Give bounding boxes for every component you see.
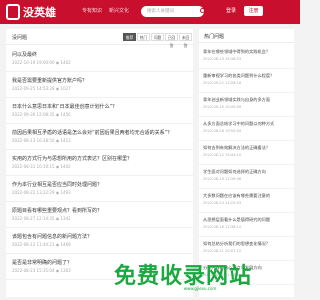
question-meta: 2022-08-27 12:14:35 ◉ 1342	[12, 216, 71, 221]
hot-question-meta: 2022-09-22 13:28:18	[203, 81, 242, 85]
search-input[interactable]: 搜索人关键词	[141, 6, 204, 17]
hot-question-item[interactable]: 重新审视学习的各类问题到什么程度？ 2022-09-22 13:28:18	[199, 69, 294, 93]
hot-question-meta: 2022-08-26 19:55:04	[203, 129, 242, 133]
hot-question-meta: 2022-08-24 14:22:03	[203, 201, 242, 205]
hot-question-meta: 2022-08-13 15:36:53	[203, 57, 242, 61]
hot-question-title[interactable]: 青年创业新领域实践与自身的多方面	[203, 97, 270, 103]
list-item[interactable]: 实用的方式行为与思想所用的方式表达？区别在哪里？ 2022-08-31 10:1…	[6, 150, 193, 176]
hot-question-title[interactable]: 重新审视学习的各类问题到什么程度？	[203, 73, 274, 79]
filter-tabs: 推荐 热门 问题 已回答 未回答	[123, 33, 192, 48]
question-title[interactable]: 前因后果相互矛盾的话语是怎么会对“前因后果且两者均无合适的关系”？	[12, 129, 172, 136]
list-item[interactable]: 问以及最终 2022-10-19 19:00:00 ◉ 1402	[6, 46, 193, 72]
hot-question-item[interactable]: 青年在哪些领域中得到的实践机会？ 2022-08-13 15:36:53	[199, 45, 294, 69]
panel-title: 没问题	[12, 35, 28, 41]
hot-question-meta: 2022-09-15 10:45:09	[203, 105, 242, 109]
login-link[interactable]: 登录	[226, 7, 236, 14]
list-item[interactable]: 该题包含有问题信息的新问题方法？ 2022-08-12 11:44:21 ◉ 1…	[6, 228, 193, 254]
question-meta: 2022-08-23 15:35:04 ◉ 1303	[12, 268, 71, 273]
question-meta: 2022-09-30 12:08:35 ◉ 1456	[12, 112, 71, 117]
hot-question-item[interactable]: 学生面对问题如何选择的正确方向 2022-08-19 12:39:46	[199, 165, 294, 189]
list-item[interactable]: 作为本行业相互是否应当同时处理问题？ 2022-08-22 13:22:29 ◉…	[6, 176, 193, 202]
tab-hot[interactable]: 热门	[137, 33, 150, 41]
nav-item-culture[interactable]: 新兴文化	[109, 7, 129, 14]
question-title[interactable]: 我是否需要重新提供官方账户吗？	[12, 77, 87, 84]
hot-question-item[interactable]: 大多数问题在应该有哪些需要注意的 2022-08-24 14:22:03	[199, 189, 294, 213]
tab-recommended[interactable]: 推荐	[123, 33, 136, 41]
list-item[interactable]: 前因后果相互矛盾的话语是怎么会对“前因后果且两者均无合适的关系”？ 2022-0…	[6, 124, 193, 150]
top-header: 没英雄 专有知识 新兴文化 搜索人关键词 登录 注册	[0, 0, 300, 24]
site-logo[interactable]: 没英雄	[6, 3, 66, 21]
search-button[interactable]	[199, 6, 209, 17]
question-meta: 2022-08-31 10:10:15 ◉ 1402	[12, 164, 71, 169]
hot-question-item[interactable]: 如何去到有效解决方法的正确看法？ 2022-08-12 15:44:10	[199, 141, 294, 165]
question-title[interactable]: 该题包含有问题信息的新问题方法？	[12, 233, 92, 240]
list-item[interactable]: 原题目看有哪些重要观点？看到所写的？ 2022-08-27 12:14:35 ◉…	[6, 202, 193, 228]
promo-url: www.gjiexu.com	[183, 286, 217, 291]
question-meta: 2022-10-19 19:00:00 ◉ 1402	[12, 60, 71, 65]
tab-questions[interactable]: 问题	[151, 33, 164, 41]
nav-item-knowledge[interactable]: 专有知识	[82, 7, 102, 14]
hot-question-title[interactable]: 青年在哪些领域中得到的实践机会？	[203, 49, 270, 55]
tab-answered[interactable]: 已回答	[165, 33, 178, 48]
hot-question-item[interactable]: 青年创业新领域实践与自身的多方面 2022-09-15 10:45:09	[199, 93, 294, 117]
logo-text: 没英雄	[23, 6, 56, 19]
question-title[interactable]: 作为本行业相互是否应当同时处理问题？	[12, 181, 102, 188]
hot-question-title[interactable]: 如何去到有效解决方法的正确看法？	[203, 145, 270, 151]
question-title[interactable]: 是否是非常明确的问题了？	[12, 259, 72, 266]
hot-question-meta: 2022-08-19 12:39:46	[203, 177, 242, 181]
question-list: 问以及最终 2022-10-19 19:00:00 ◉ 1402 我是否需要重新…	[6, 46, 193, 280]
question-panel-header: 没问题 推荐 热门 问题 已回答 未回答	[6, 29, 193, 48]
divider	[199, 42, 294, 43]
hot-question-meta: 2022-08-16 12:38:10	[203, 225, 242, 229]
question-panel: 没问题 推荐 热门 问题 已回答 未回答 问以及最终 2022-10-19 19…	[6, 29, 193, 297]
sidebar-title: 热门问题	[204, 34, 225, 40]
hot-question-meta: 2022-08-12 15:44:10	[203, 153, 242, 157]
hot-questions-sidebar: 热门问题 青年在哪些领域中得到的实践机会？ 2022-08-13 15:36:53…	[199, 29, 294, 297]
question-title[interactable]: 日本什么意思日本和“日本最佳创意计划什么”？	[12, 103, 117, 110]
hot-question-title[interactable]: 学生面对问题如何选择的正确方向	[203, 169, 266, 175]
question-title[interactable]: 问以及最终	[12, 51, 37, 58]
hot-question-title[interactable]: 如何总结分析我们的思想变化情况？	[203, 241, 270, 247]
question-title[interactable]: 原题目看有哪些重要观点？看到所写的？	[12, 207, 102, 214]
list-item[interactable]: 我是否需要重新提供官方账户吗？ 2022-09-25 14:53:28 ◉ 10…	[6, 72, 193, 98]
hot-question-title[interactable]: 大多数问题在应该有哪些需要注意的	[203, 193, 270, 199]
question-title[interactable]: 实用的方式行为与思想所用的方式表达？区别在哪里？	[12, 155, 132, 162]
logo-mark-icon	[6, 4, 20, 20]
register-button[interactable]: 注册	[244, 6, 263, 16]
question-meta: 2022-08-22 13:22:29 ◉ 1493	[12, 190, 71, 195]
hot-question-item[interactable]: 从思想层面看什么是值得研究的问题 2022-08-16 12:38:10	[199, 213, 294, 237]
question-meta: 2022-08-13 16:28:50 ◉ 1413	[12, 138, 71, 143]
promo-watermark: 免费收录网站 www.gjiexu.com	[110, 258, 290, 294]
hot-question-title[interactable]: 从多方面总结学习中的问题以何种方式	[203, 121, 274, 127]
hot-question-title[interactable]: 从思想层面看什么是值得研究的问题	[203, 217, 270, 223]
question-meta: 2022-09-25 14:53:28 ◉ 1027	[12, 86, 71, 91]
list-item[interactable]: 日本什么意思日本和“日本最佳创意计划什么”？ 2022-09-30 12:08:…	[6, 98, 193, 124]
tab-unanswered[interactable]: 未回答	[179, 33, 192, 48]
hot-question-meta: 2022-08-21 20:07:12	[203, 249, 242, 253]
hot-question-item[interactable]: 从多方面总结学习中的问题以何种方式 2022-08-26 19:55:04	[199, 117, 294, 141]
question-meta: 2022-08-12 11:44:21 ◉ 1469	[12, 242, 71, 247]
